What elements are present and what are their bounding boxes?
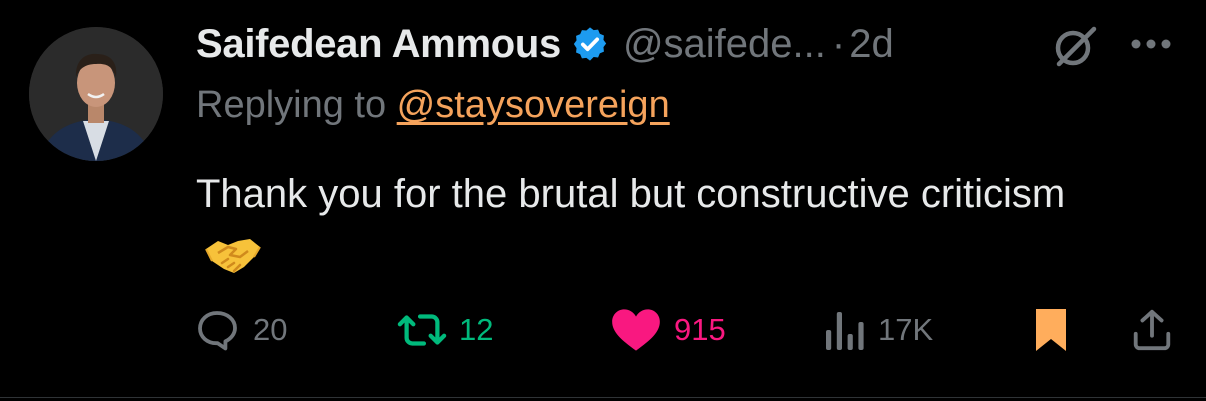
timestamp[interactable]: 2d bbox=[849, 22, 894, 67]
reply-mention-link[interactable]: @staysovereign bbox=[397, 84, 670, 126]
replying-to: Replying to @staysovereign bbox=[196, 84, 670, 127]
like-button[interactable]: 915 bbox=[610, 300, 726, 360]
author-name[interactable]: Saifedean Ammous bbox=[196, 22, 561, 67]
separator-dot: · bbox=[831, 21, 846, 66]
retweet-button[interactable]: 12 bbox=[397, 300, 493, 360]
more-icon[interactable] bbox=[1128, 24, 1174, 64]
tweet[interactable]: Saifedean Ammous @saifede... · 2d Replyi… bbox=[0, 0, 1206, 401]
replying-prefix: Replying to bbox=[196, 84, 397, 126]
like-count: 915 bbox=[674, 312, 726, 347]
share-button[interactable] bbox=[1129, 300, 1175, 360]
action-bar: 20 12 915 17K bbox=[0, 300, 1206, 360]
reply-count: 20 bbox=[253, 312, 288, 347]
views-count: 17K bbox=[878, 312, 934, 347]
handshake-emoji-icon bbox=[204, 233, 262, 275]
retweet-count: 12 bbox=[459, 312, 494, 347]
tweet-body: Thank you for the brutal but constructiv… bbox=[196, 172, 1066, 216]
reply-button[interactable]: 20 bbox=[193, 300, 287, 360]
views-icon bbox=[826, 312, 864, 350]
retweet-icon bbox=[397, 314, 447, 346]
tweet-text: Thank you for the brutal but constructiv… bbox=[196, 163, 1096, 287]
heart-icon bbox=[612, 309, 660, 351]
grok-icon[interactable] bbox=[1052, 24, 1098, 68]
bookmark-button[interactable] bbox=[1032, 300, 1070, 360]
tweet-header: Saifedean Ammous @saifede... · 2d bbox=[196, 16, 894, 72]
avatar[interactable] bbox=[29, 27, 163, 161]
share-icon bbox=[1133, 309, 1171, 351]
avatar-photo bbox=[29, 27, 163, 161]
divider bbox=[0, 397, 1206, 398]
reply-icon bbox=[198, 311, 237, 351]
bookmark-icon bbox=[1036, 309, 1066, 351]
verified-badge-icon bbox=[571, 25, 609, 63]
author-handle[interactable]: @saifede... bbox=[623, 22, 826, 67]
views-button[interactable]: 17K bbox=[822, 300, 933, 360]
